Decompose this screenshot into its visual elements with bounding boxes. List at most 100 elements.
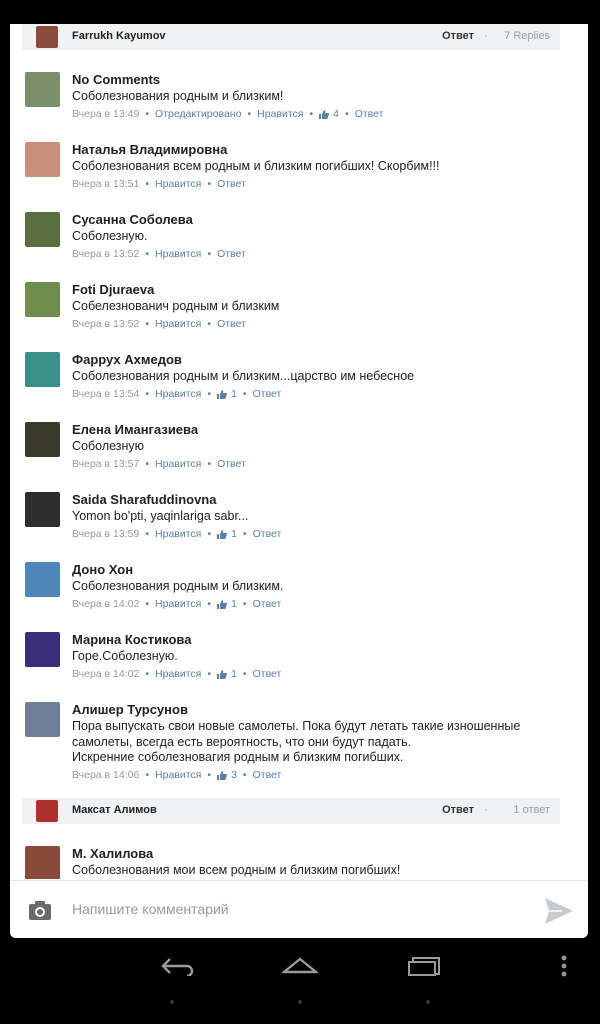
back-icon[interactable] — [160, 956, 194, 976]
reply-button[interactable]: Ответ — [253, 388, 282, 400]
reply-button[interactable]: Ответ — [217, 318, 246, 330]
replies-count[interactable]: 1 ответ — [513, 804, 550, 816]
separator-dot: • — [145, 178, 150, 191]
like-button[interactable]: Нравится — [155, 318, 201, 330]
thumbs-up-icon — [217, 529, 227, 539]
avatar[interactable] — [36, 800, 58, 822]
comment-composer: Напишите комментарий — [10, 880, 588, 938]
more-vert-icon[interactable] — [560, 954, 568, 978]
separator-dot: • — [242, 528, 247, 541]
separator-dot: • — [207, 458, 212, 471]
separator-dot: • — [145, 248, 150, 261]
indicator-dot — [426, 1000, 430, 1004]
separator-dot: • — [207, 388, 212, 401]
avatar[interactable] — [25, 846, 60, 879]
avatar[interactable] — [25, 422, 60, 457]
reply-link[interactable]: Ответ — [442, 804, 474, 816]
like-button[interactable]: Нравится — [155, 528, 201, 540]
comment-feed[interactable]: Farrukh Kayumov Ответ · 7 Replies No Com… — [10, 24, 588, 879]
comment-meta: Вчера в 13:54 • Нравится • 1 • Ответ — [72, 388, 281, 400]
separator-dot: • — [145, 108, 150, 121]
avatar[interactable] — [25, 212, 60, 247]
avatar[interactable] — [25, 282, 60, 317]
like-button[interactable]: Нравится — [257, 108, 303, 120]
comments-card: Farrukh Kayumov Ответ · 7 Replies No Com… — [10, 24, 588, 938]
sub-thread-header: Максат Алимов Ответ · 1 ответ — [22, 798, 560, 824]
comment-time: Вчера в 13:51 — [72, 178, 140, 191]
comment-time: Вчера в 13:52 — [72, 248, 140, 261]
comment-meta: Вчера в 13:52 • Нравится • Ответ — [72, 318, 246, 330]
like-button[interactable]: Нравится — [155, 769, 201, 781]
reply-button[interactable]: Ответ — [355, 108, 384, 120]
like-button[interactable]: Нравится — [155, 178, 201, 190]
comment-time: Вчера в 13:52 — [72, 318, 140, 331]
like-button[interactable]: Нравится — [155, 388, 201, 400]
comment-text: Соболезную. — [72, 229, 148, 243]
like-button[interactable]: Нравится — [155, 598, 201, 610]
comment-author[interactable]: Доно Хон — [72, 562, 133, 577]
reply-link[interactable]: Ответ — [442, 30, 474, 42]
sub-thread-author[interactable]: Максат Алимов — [72, 804, 157, 816]
avatar[interactable] — [25, 352, 60, 387]
comment-time: Вчера в 13:59 — [72, 528, 140, 541]
avatar[interactable] — [25, 492, 60, 527]
comment-author[interactable]: Наталья Владимировна — [72, 142, 227, 157]
comment-text: Соболезнования родным и близким. — [72, 579, 284, 593]
reply-button[interactable]: Ответ — [253, 598, 282, 610]
comment-author[interactable]: Елена Имангазиева — [72, 422, 198, 437]
separator-dot: • — [247, 108, 252, 121]
avatar[interactable] — [25, 142, 60, 177]
comment-text: Пора выпускать свои новые самолеты. Пока… — [72, 719, 521, 764]
like-count: 1 — [231, 668, 237, 681]
separator-dot: • — [145, 528, 150, 541]
reply-button[interactable]: Ответ — [253, 668, 282, 680]
like-count: 4 — [333, 108, 339, 121]
reply-button[interactable]: Ответ — [217, 178, 246, 190]
replies-count[interactable]: 7 Replies — [504, 30, 550, 42]
comment-author[interactable]: М. Халилова — [72, 846, 153, 861]
reply-button[interactable]: Ответ — [217, 458, 246, 470]
like-count: 3 — [231, 769, 237, 782]
comment-text: Горе.Соболезную. — [72, 649, 178, 663]
like-button[interactable]: Нравится — [155, 668, 201, 680]
comment-author[interactable]: Saida Sharafuddinovna — [72, 492, 216, 507]
avatar[interactable] — [36, 26, 58, 48]
avatar[interactable] — [25, 562, 60, 597]
home-icon[interactable] — [282, 956, 318, 974]
comment-author[interactable]: Фаррух Ахмедов — [72, 352, 182, 367]
reply-button[interactable]: Ответ — [253, 769, 282, 781]
comment-author[interactable]: Алишер Турсунов — [72, 702, 188, 717]
comment-meta: Вчера в 13:51 • Нравится • Ответ — [72, 178, 246, 190]
camera-icon[interactable] — [28, 899, 52, 921]
like-button[interactable]: Нравится — [155, 248, 201, 260]
reply-button[interactable]: Ответ — [217, 248, 246, 260]
comment-text: Соболезнования родным и близким! — [72, 89, 284, 103]
comment-input[interactable]: Напишите комментарий — [72, 901, 229, 917]
navigation-bar — [0, 938, 600, 1024]
comment-author[interactable]: Foti Djuraeva — [72, 282, 154, 297]
comment-time: Вчера в 13:49 — [72, 108, 140, 121]
avatar[interactable] — [25, 72, 60, 107]
separator-dot: • — [207, 528, 212, 541]
separator-dot: • — [145, 769, 150, 782]
reply-button[interactable]: Ответ — [253, 528, 282, 540]
comment-author[interactable]: Марина Костикова — [72, 632, 191, 647]
separator-dot: · — [484, 804, 488, 816]
comment-author[interactable]: No Comments — [72, 72, 160, 87]
status-bar — [0, 0, 600, 24]
thumbs-up-icon — [217, 770, 227, 780]
avatar[interactable] — [25, 632, 60, 667]
avatar[interactable] — [25, 702, 60, 737]
thread-author[interactable]: Farrukh Kayumov — [72, 30, 166, 42]
comment-author[interactable]: Сусанна Соболева — [72, 212, 193, 227]
recents-icon[interactable] — [407, 956, 441, 976]
separator-dot: • — [345, 108, 349, 121]
like-button[interactable]: Нравится — [155, 458, 201, 470]
like-count: 1 — [231, 388, 237, 401]
comment-meta: Вчера в 13:59 • Нравится • 1 • Ответ — [72, 528, 281, 540]
separator-dot: • — [207, 769, 212, 782]
edited-label[interactable]: Отредактировано — [155, 108, 241, 120]
like-count: 1 — [231, 598, 237, 611]
comment-time: Вчера в 14:06 — [72, 769, 140, 782]
send-icon[interactable] — [544, 897, 574, 925]
